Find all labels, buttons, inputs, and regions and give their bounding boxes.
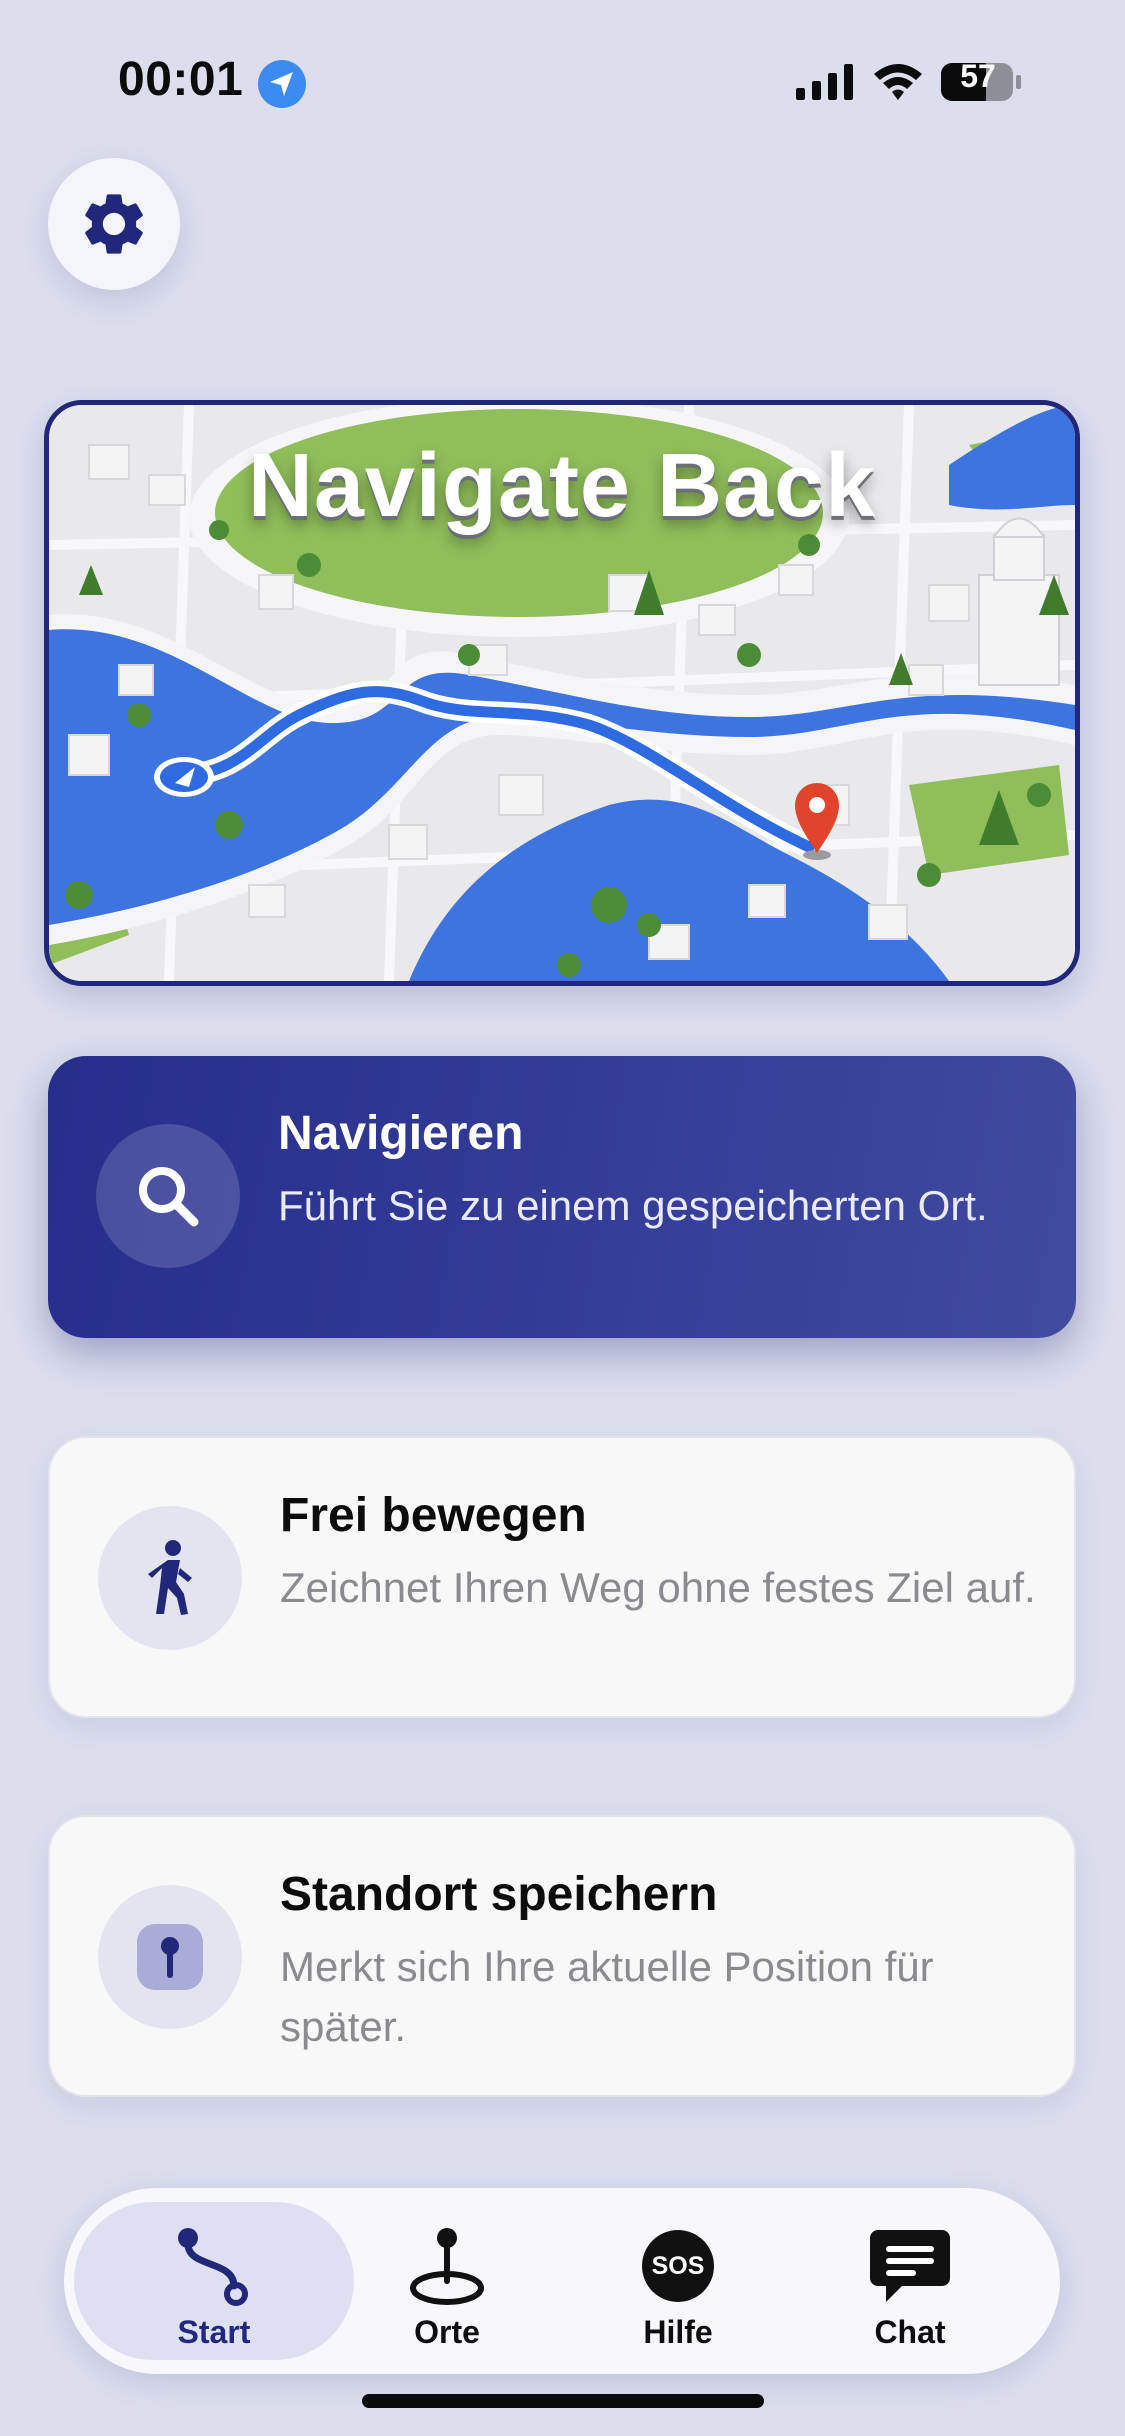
pin-icon (137, 1924, 203, 1990)
route-icon (178, 2228, 248, 2306)
card-icon-circle (98, 1885, 242, 2029)
wifi-icon (874, 64, 922, 100)
hero-banner: Navigate Back (44, 400, 1080, 986)
tab-bar: Start Orte SOS Hilfe Chat (64, 2188, 1060, 2374)
save-location-card[interactable]: Standort speichern Merkt sich Ihre aktue… (48, 1815, 1076, 2097)
tab-icon (868, 2224, 952, 2308)
search-icon (139, 1167, 199, 1227)
cellular-signal-icon (796, 64, 853, 100)
card-icon-circle (98, 1506, 242, 1650)
tab-icon (405, 2224, 489, 2308)
hero-title: Navigate Back (247, 436, 877, 536)
card-description: Merkt sich Ihre aktuelle Position für sp… (280, 1943, 934, 2050)
tab-icon: SOS (636, 2224, 720, 2308)
settings-button[interactable] (48, 158, 180, 290)
walking-person-icon (148, 1540, 192, 1615)
navigate-card[interactable]: Navigieren Führt Sie zu einem gespeicher… (48, 1056, 1076, 1338)
tab-icon (172, 2224, 256, 2308)
location-arrow-icon (258, 60, 306, 108)
tab-chat[interactable]: Chat (770, 2202, 1050, 2360)
free-move-card[interactable]: Frei bewegen Zeichnet Ihren Weg ohne fes… (48, 1436, 1076, 1718)
card-title: Navigieren (278, 1107, 524, 1160)
home-indicator (362, 2394, 764, 2408)
chat-icon (870, 2230, 950, 2302)
tab-label: Chat (874, 2314, 946, 2350)
sos-icon-text: SOS (651, 2251, 705, 2280)
battery-level: 57 (960, 58, 996, 94)
card-title: Standort speichern (280, 1868, 718, 1921)
gear-icon (85, 194, 143, 254)
card-icon-circle (96, 1124, 240, 1268)
card-title: Frei bewegen (280, 1489, 587, 1542)
card-description: Führt Sie zu einem gespeicherten Ort. (278, 1182, 988, 1229)
card-description: Zeichnet Ihren Weg ohne festes Ziel auf. (280, 1564, 1036, 1611)
sos-icon: SOS (642, 2230, 714, 2302)
status-time: 00:01 (118, 53, 244, 106)
map-pin-icon (410, 2228, 484, 2305)
